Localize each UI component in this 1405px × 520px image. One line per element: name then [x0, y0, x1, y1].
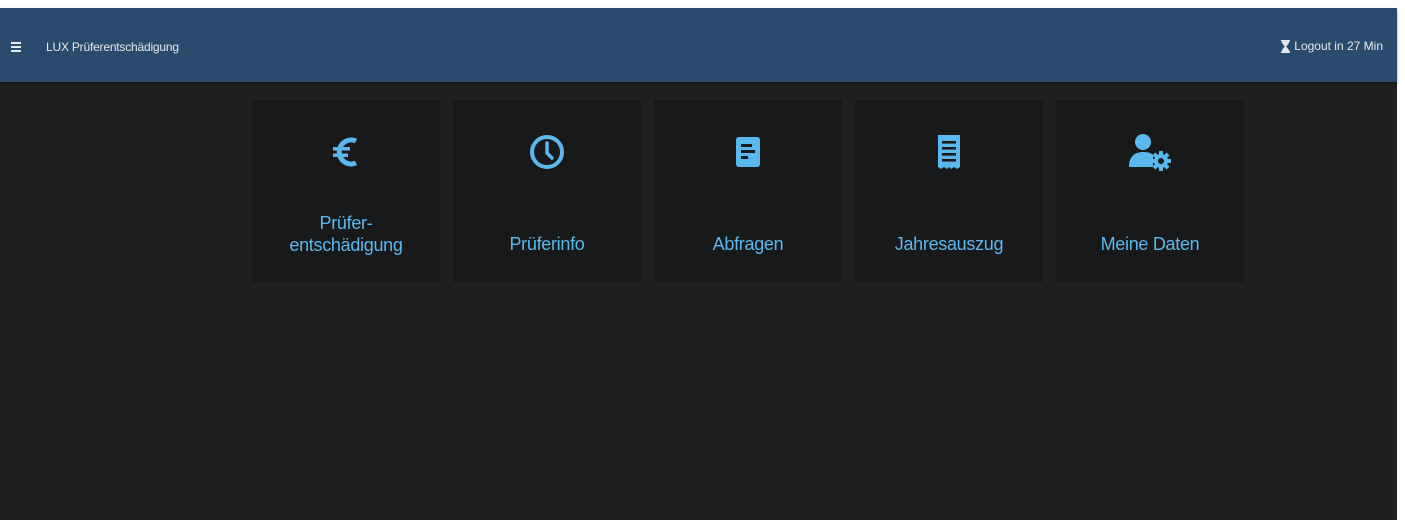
app-title: LUX Prüferentschädigung	[46, 40, 179, 54]
euro-icon	[333, 137, 357, 167]
tile-grid: Prüfer- entschädigung Prüferinfo Abfrage…	[252, 100, 1244, 282]
tile-meine-daten[interactable]: Meine Daten	[1056, 100, 1244, 282]
hourglass-icon	[1281, 39, 1291, 53]
clock-icon	[530, 135, 564, 169]
logout-timer[interactable]: Logout in 27 Min	[1281, 39, 1383, 53]
hamburger-icon[interactable]	[11, 42, 21, 52]
tile-pruefer-entschaedigung[interactable]: Prüfer- entschädigung	[252, 100, 440, 282]
logout-text: Logout in 27 Min	[1294, 39, 1383, 53]
tile-jahresauszug[interactable]: Jahresauszug	[855, 100, 1043, 282]
tile-label: Prüfer- entschädigung	[289, 213, 403, 255]
tile-prueferinfo[interactable]: Prüferinfo	[453, 100, 641, 282]
user-gear-icon	[1129, 134, 1171, 171]
app-window: LUX Prüferentschädigung Logout in 27 Min…	[0, 8, 1397, 520]
tile-label: Jahresauszug	[894, 234, 1004, 254]
tile-label: Meine Daten	[1100, 234, 1200, 254]
top-bar: LUX Prüferentschädigung Logout in 27 Min	[0, 8, 1397, 82]
tile-label: Prüferinfo	[509, 234, 585, 254]
tile-abfragen[interactable]: Abfragen	[654, 100, 842, 282]
receipt-icon	[938, 135, 960, 169]
document-icon	[736, 137, 760, 167]
tile-label: Abfragen	[712, 234, 784, 254]
